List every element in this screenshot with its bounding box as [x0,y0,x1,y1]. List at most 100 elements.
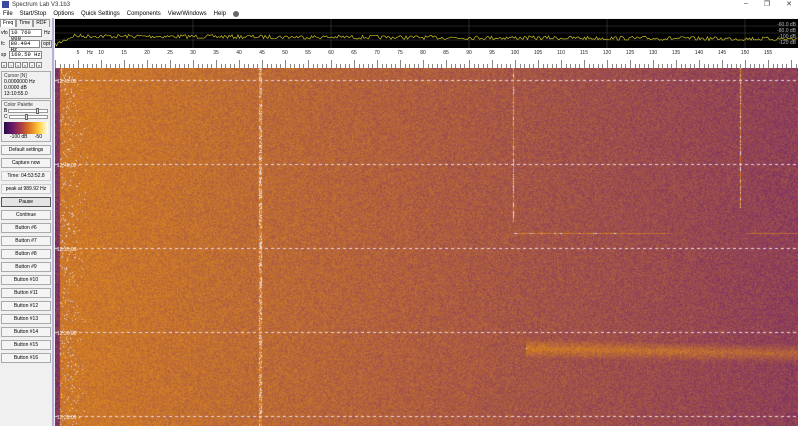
freq-tick-label: 40 [236,50,242,56]
vfo-input[interactable]: 10 760 000 [9,29,42,42]
palette-max: -50 [34,134,42,140]
palette-min: -100 dB [10,134,28,140]
menu-view-windows[interactable]: View/Windows [168,11,207,17]
time-label: 12:25:00 [57,415,77,421]
fc-label: fc [1,41,5,47]
contrast-slider[interactable] [8,114,48,120]
time-label: 12:45:00 [57,79,77,85]
custom-button[interactable]: Button #12 [1,301,51,311]
default-settings-button[interactable]: Default settings [1,145,51,155]
freq-tick-label: 155 [763,50,773,56]
control-panel: Freq Time RDF vfo 10 760 000 Hz fc 80.49… [0,18,54,426]
time-label: 12:30:00 [57,331,77,337]
fc-input[interactable]: 80.494 Hz [8,40,41,53]
slider-thumb[interactable] [36,108,40,114]
vfo-unit: Hz [44,30,51,36]
color-palette-group: Color Palette B C -100 dB -50 [1,100,51,142]
freq-tick-label: 5 [76,50,80,56]
freq-tick-label: 65 [351,50,357,56]
spectrum-graph[interactable] [55,19,798,48]
tab-freq[interactable]: Freq [0,19,17,27]
freq-tick-label: 85 [443,50,449,56]
scroll-right-button[interactable]: › [29,62,35,68]
minimize-button[interactable]: – [744,0,748,8]
waterfall-display[interactable] [55,68,798,426]
menu-file[interactable]: File [3,11,13,17]
db-label: -120 dB [778,40,796,46]
freq-tick-label: 70 [374,50,380,56]
tab-rdf[interactable]: RDF [33,19,50,27]
app-icon [2,1,9,8]
menu-bar: File Start/Stop Options Quick Settings C… [0,9,798,18]
opt-button[interactable]: opt [41,40,52,48]
window-title: Spectrum Lab V3.1b3 [12,1,71,8]
step-left-button[interactable]: < [15,62,21,68]
time-label: 12:35:00 [57,247,77,253]
freq-tick-label: 140 [694,50,704,56]
freq-tick-label: 30 [190,50,196,56]
close-button[interactable]: ✕ [786,0,792,8]
cursor-time: 13:10:55.0 [4,91,28,97]
contrast-label: C [4,114,8,120]
freq-tick-label: 45 [259,50,265,56]
freq-tick-label: 135 [671,50,681,56]
tab-time[interactable]: Time [16,19,34,27]
peak-display: peak at 989.92 Hz [1,184,51,194]
menu-components[interactable]: Components [127,11,161,17]
capture-now-button[interactable]: Capture now [1,158,51,168]
freq-tick-label: 130 [648,50,658,56]
freq-tick-label: 125 [625,50,635,56]
restore-button[interactable]: ❐ [764,0,770,8]
custom-button[interactable]: Button #7 [1,236,51,246]
custom-button[interactable]: Button #9 [1,262,51,272]
custom-button[interactable]: Button #16 [1,353,51,363]
vfo-label: vfo [1,30,8,36]
scroll-far-left-button[interactable]: « [1,62,7,68]
freq-tick-label: 120 [602,50,612,56]
freq-tick-label: 55 [305,50,311,56]
freq-tick-label: 50 [282,50,288,56]
custom-button[interactable]: Button #15 [1,340,51,350]
freq-tick-label: 90 [466,50,472,56]
custom-button[interactable]: Button #10 [1,275,51,285]
freq-tick-label: 110 [557,50,565,56]
continue-button[interactable]: Continue [1,210,51,220]
scroll-far-right-button[interactable]: » [36,62,42,68]
freq-tick-label: 20 [144,50,150,56]
time-label: 12:40:00 [57,163,77,169]
menu-quick-settings[interactable]: Quick Settings [81,11,120,17]
status-indicator-icon [233,10,240,17]
freq-tick-label: 75 [397,50,403,56]
custom-button[interactable]: Button #8 [1,249,51,259]
scroll-left-button[interactable]: ‹ [8,62,14,68]
freq-tick-label: 35 [213,50,219,56]
freq-tick-label: 115 [580,50,588,56]
slider-thumb[interactable] [25,114,29,120]
sp-label: sp [1,52,7,58]
pause-button[interactable]: Pause [1,197,51,207]
freq-tick-label: 105 [533,50,543,56]
sp-input[interactable]: 160.59 Hz [9,51,42,59]
freq-tick-label: 60 [328,50,334,56]
freq-tick-label: 10 [98,50,104,56]
freq-tick-label: 80 [420,50,426,56]
menu-start-stop[interactable]: Start/Stop [20,11,47,17]
custom-button[interactable]: Button #6 [1,223,51,233]
custom-button[interactable]: Button #13 [1,314,51,324]
title-bar: Spectrum Lab V3.1b3 – ❐ ✕ [0,0,798,9]
custom-button[interactable]: Button #14 [1,327,51,337]
cursor-group: Cursor [N] 0.0000000 Hz 0.0000 dB 13:10:… [1,71,51,99]
custom-button[interactable]: Button #11 [1,288,51,298]
step-right-button[interactable]: > [22,62,28,68]
freq-tick-label: 145 [717,50,727,56]
freq-tick-label: 100 [510,50,520,56]
frequency-axis[interactable]: 5 10 15 20 25 30 35 40 45 50 55 60 65 70 75 80 85 90 95 100… [55,48,798,68]
freq-tick-label: 25 [167,50,173,56]
menu-options[interactable]: Options [53,11,74,17]
brightness-slider[interactable] [8,108,48,114]
time-display: Time: 04:53:52.8 [1,171,51,181]
freq-tick-label: 150 [740,50,750,56]
freq-unit-label: Hz [86,50,94,56]
menu-help[interactable]: Help [214,11,226,17]
freq-tick-label: 95 [489,50,495,56]
